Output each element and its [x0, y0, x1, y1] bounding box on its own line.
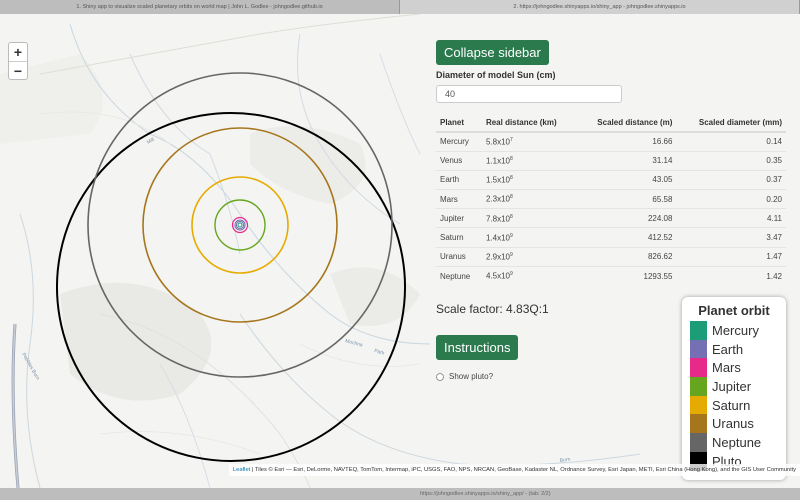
- checkbox-icon[interactable]: [436, 372, 444, 381]
- table-header-scaled-distance: Scaled distance (m): [576, 114, 677, 133]
- scaled-distance: 826.62: [576, 246, 677, 267]
- sidebar-panel: Collapse sidebar Diameter of model Sun (…: [430, 30, 800, 430]
- table-header-scaled-diameter: Scaled diameter (mm): [676, 114, 786, 133]
- planet-name: Earth: [436, 169, 482, 190]
- attribution-text: | Tiles © Esri — Esri, DeLorme, NAVTEQ, …: [250, 467, 796, 473]
- planet-name: Jupiter: [436, 208, 482, 228]
- scale-factor-text: Scale factor: 4.83Q:1: [436, 302, 549, 316]
- map-label-burn: Burn: [559, 457, 571, 464]
- planet-name: Saturn: [436, 227, 482, 248]
- orbit-mercury: [237, 222, 243, 228]
- zoom-control: + −: [8, 42, 28, 80]
- map-label-mochna: Mochna: [344, 338, 363, 348]
- table-header-real-distance: Real distance (km): [481, 114, 577, 133]
- scaled-diameter: 0.35: [676, 150, 786, 171]
- scaled-distance: 43.05: [576, 169, 677, 190]
- real-distance: 5.8x107: [481, 131, 577, 152]
- show-pluto-checkbox[interactable]: Show pluto?: [436, 372, 493, 381]
- orbit-venus: [235, 220, 245, 230]
- browser-status-bar: https://johngodlee.shinyapps.io/shiny_ap…: [0, 488, 800, 500]
- real-distance: 1.4x109: [481, 227, 577, 248]
- real-distance: 1.5x108: [481, 169, 577, 190]
- diameter-input[interactable]: 40: [436, 85, 622, 103]
- zoom-out-button[interactable]: −: [9, 61, 27, 79]
- map-attribution: Leaflet | Tiles © Esri — Esri, DeLorme, …: [228, 464, 800, 476]
- status-url: https://johngodlee.shinyapps.io/shiny_ap…: [420, 491, 551, 497]
- browser-tab-2[interactable]: 2. https://johngodlee.shinyapps.io/shiny…: [400, 0, 800, 14]
- orbit-saturn: [191, 176, 289, 274]
- orbit-jupiter: [214, 199, 266, 251]
- scaled-diameter: 0.20: [676, 189, 786, 209]
- scaled-diameter: 1.42: [676, 265, 786, 286]
- scaled-distance: 224.08: [576, 208, 677, 228]
- real-distance: 4.5x109: [481, 265, 577, 286]
- real-distance: 2.3x108: [481, 189, 577, 209]
- table-row: Venus 1.1x108 31.14 0.35: [436, 150, 786, 171]
- table-row: Earth 1.5x108 43.05 0.37: [436, 169, 786, 190]
- legend-item-neptune: Neptune: [690, 433, 778, 452]
- table-row: Jupiter 7.8x108 224.08 4.11: [436, 208, 786, 228]
- scaled-distance: 16.66: [576, 131, 677, 152]
- real-distance: 2.9x109: [481, 246, 577, 267]
- browser-tab-bar: 1. Shiny app to visualize scaled planeta…: [0, 0, 800, 14]
- show-pluto-label: Show pluto?: [449, 372, 494, 381]
- scaled-distance: 1293.55: [576, 265, 677, 286]
- legend-label: Neptune: [712, 434, 762, 450]
- scaled-diameter: 0.14: [676, 131, 786, 152]
- table-row: Mars 2.3x108 65.58 0.20: [436, 189, 786, 209]
- legend-swatch: [690, 433, 707, 452]
- diameter-label: Diameter of model Sun (cm): [436, 70, 556, 80]
- instructions-button[interactable]: Instructions: [436, 335, 519, 360]
- scaled-diameter: 3.47: [676, 227, 786, 248]
- table-row: Mercury 5.8x107 16.66 0.14: [436, 131, 786, 152]
- leaflet-link[interactable]: Leaflet: [233, 467, 250, 473]
- scaled-distance: 412.52: [576, 227, 677, 248]
- scaled-diameter: 0.37: [676, 169, 786, 190]
- planet-name: Mars: [436, 189, 482, 209]
- table-row: Saturn 1.4x109 412.52 3.47: [436, 227, 786, 248]
- planet-name: Venus: [436, 150, 482, 171]
- map-label-pebbles-burn: Pebbles Burn: [20, 352, 40, 381]
- scaled-distance: 31.14: [576, 150, 677, 171]
- table-row: Uranus 2.9x109 826.62 1.47: [436, 246, 786, 267]
- map-label-park: Park: [373, 348, 385, 357]
- table-header-planet: Planet: [436, 114, 482, 133]
- scaled-distance: 65.58: [576, 189, 677, 209]
- map-label-mill: Mill: [146, 137, 155, 146]
- scaled-diameter: 4.11: [676, 208, 786, 228]
- zoom-in-button[interactable]: +: [9, 43, 27, 61]
- planet-name: Neptune: [436, 265, 482, 286]
- planet-name: Uranus: [436, 246, 482, 267]
- real-distance: 1.1x108: [481, 150, 577, 171]
- real-distance: 7.8x108: [481, 208, 577, 228]
- scaled-diameter: 1.47: [676, 246, 786, 267]
- table-row: Neptune 4.5x109 1293.55 1.42: [436, 265, 786, 286]
- collapse-sidebar-button[interactable]: Collapse sidebar: [436, 40, 549, 65]
- planet-name: Mercury: [436, 131, 482, 152]
- browser-tab-1[interactable]: 1. Shiny app to visualize scaled planeta…: [0, 0, 400, 14]
- planet-table: Planet Real distance (km) Scaled distanc…: [436, 114, 786, 286]
